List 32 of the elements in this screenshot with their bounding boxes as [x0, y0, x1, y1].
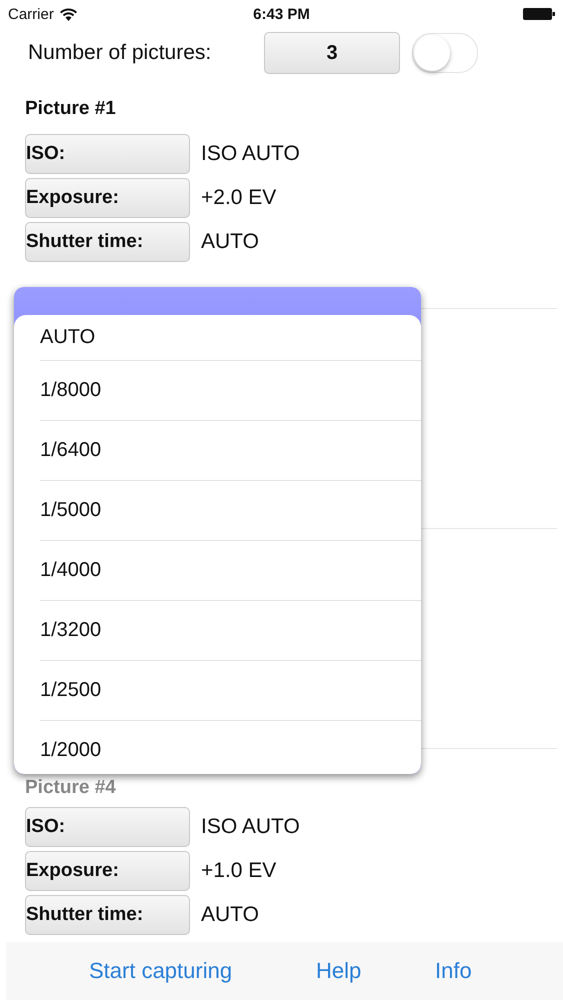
picker-option[interactable]: 1/2000 — [40, 720, 421, 774]
setting-value: +2.0 EV — [201, 186, 276, 210]
setting-button[interactable]: Exposure: — [25, 178, 190, 218]
picker-option[interactable]: 1/3200 — [40, 600, 421, 660]
setting-button[interactable]: Exposure: — [25, 851, 190, 891]
toggle-switch[interactable] — [412, 33, 478, 73]
picker-option[interactable]: 1/5000 — [40, 480, 421, 540]
section-title: Picture #1 — [25, 98, 117, 120]
picker-option[interactable]: 1/4000 — [40, 540, 421, 600]
carrier-name: Carrier — [8, 6, 54, 22]
section-title: Picture #4 — [25, 777, 117, 799]
pictures-label: Number of pictures: — [28, 41, 212, 65]
setting-value: ISO AUTO — [201, 142, 300, 166]
setting-value: ISO AUTO — [201, 815, 300, 839]
status-time: 6:43 PM — [253, 6, 310, 22]
count-button[interactable]: 3 — [264, 32, 400, 74]
toolbar-link[interactable]: Info — [435, 958, 535, 984]
setting-button[interactable]: ISO: — [25, 134, 190, 174]
picker-option[interactable]: 1/6400 — [40, 420, 421, 480]
setting-value: AUTO — [201, 230, 259, 254]
wifi-icon — [60, 8, 77, 20]
picker-option[interactable]: AUTO — [14, 315, 421, 360]
setting-value: +1.0 EV — [201, 859, 276, 883]
setting-button[interactable]: ISO: — [25, 807, 190, 847]
battery-icon — [522, 8, 555, 20]
setting-button[interactable]: Shutter time: — [25, 895, 190, 935]
setting-value: AUTO — [201, 903, 259, 927]
setting-button[interactable]: Shutter time: — [25, 222, 190, 262]
toolbar-link[interactable]: Start capturing — [89, 958, 316, 984]
toolbar-link[interactable]: Help — [316, 958, 435, 984]
picker-option[interactable]: 1/2500 — [40, 660, 421, 720]
picker-option[interactable]: 1/8000 — [40, 360, 421, 420]
